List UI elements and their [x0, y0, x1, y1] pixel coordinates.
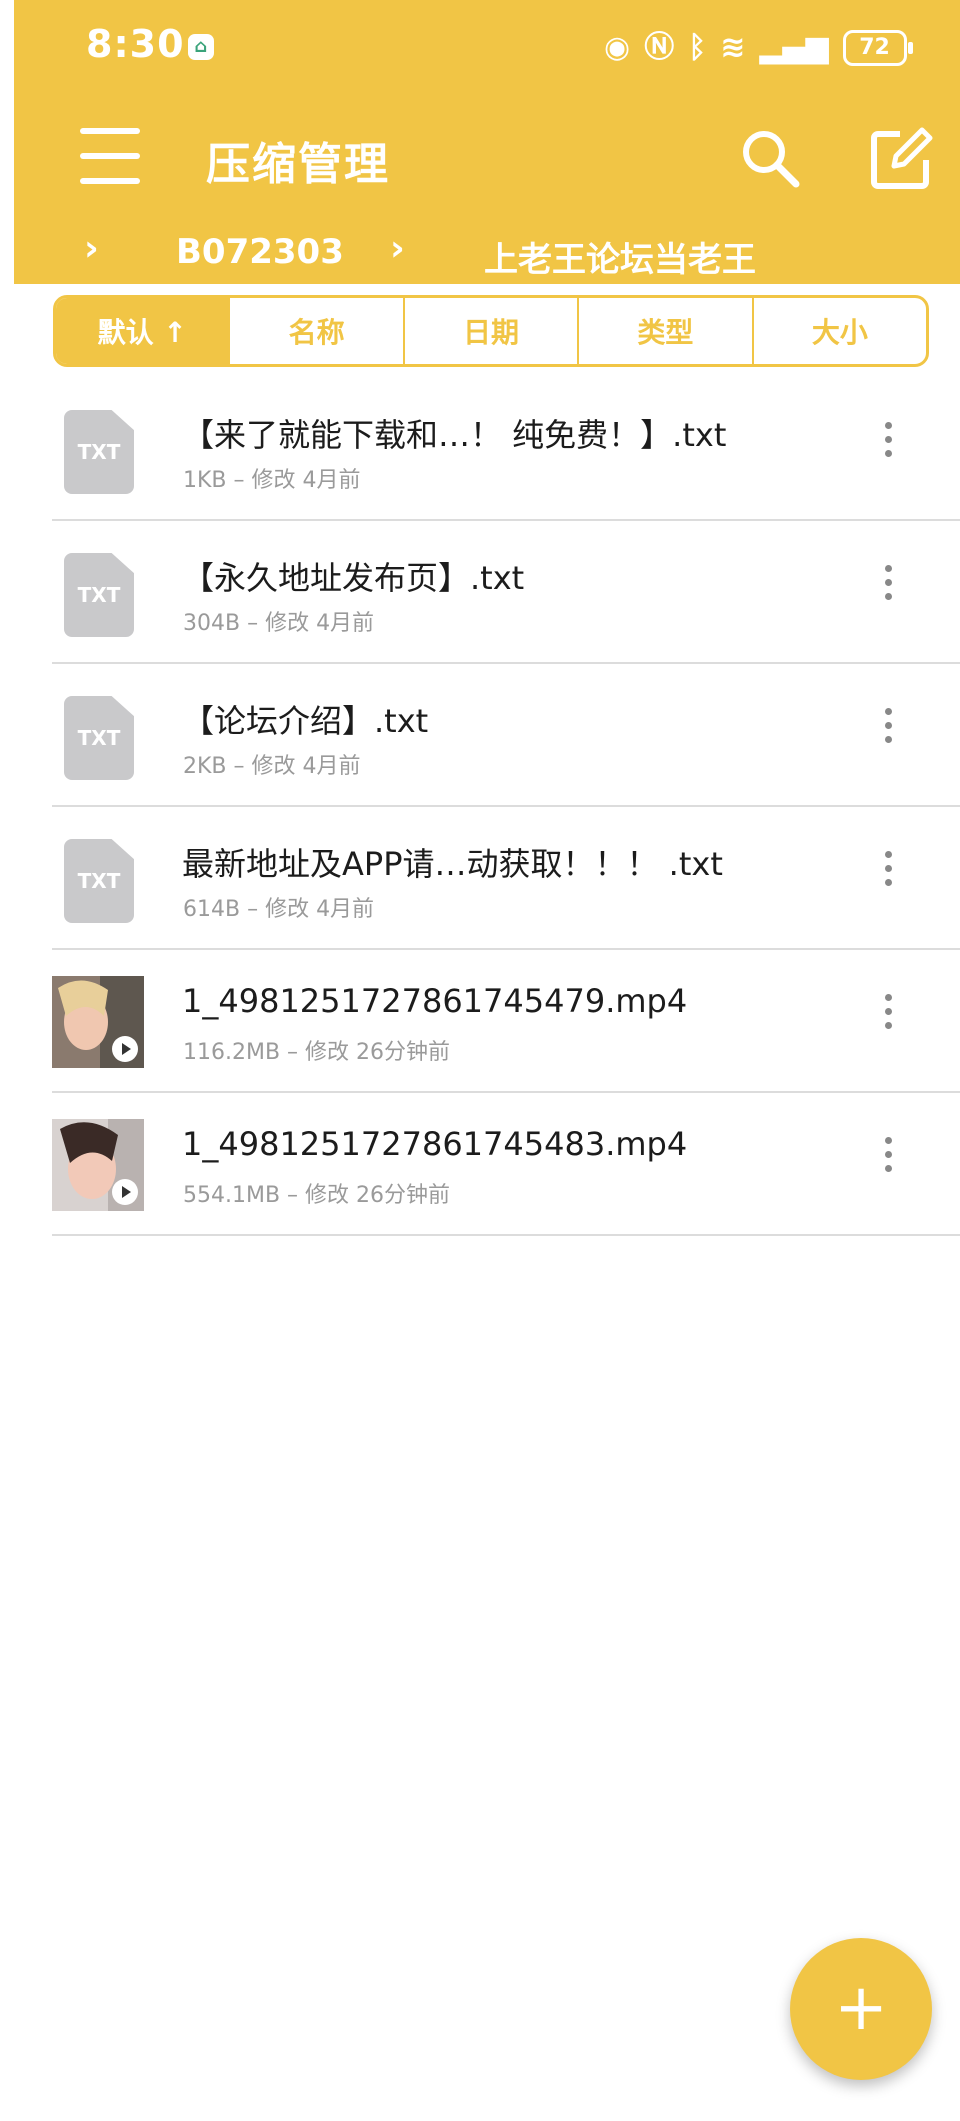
txt-file-icon: TXT [64, 839, 134, 923]
more-options-icon[interactable] [876, 1137, 900, 1193]
status-time: 8:30 [86, 22, 185, 66]
breadcrumb-item-current[interactable]: 上老王论坛当老王 [484, 232, 756, 281]
file-name: 1_4981251727861745483.mp4 [182, 1125, 688, 1163]
bluetooth-icon: ᛒ [688, 30, 707, 65]
file-meta: 554.1MB – 修改 26分钟前 [183, 1183, 451, 1208]
file-row[interactable]: TXT 【来了就能下载和…！ 纯免费！】.txt 1KB – 修改 4月前 [52, 378, 960, 521]
file-meta: 2KB – 修改 4月前 [183, 754, 361, 779]
file-name: 1_4981251727861745479.mp4 [182, 982, 688, 1020]
file-meta: 614B – 修改 4月前 [183, 897, 375, 922]
video-thumbnail [52, 1119, 144, 1211]
sort-tab-default[interactable]: 默认 ↑ [56, 298, 229, 364]
sort-tab-name[interactable]: 名称 [228, 298, 402, 364]
video-thumbnail [52, 976, 144, 1068]
play-icon [112, 1179, 138, 1205]
nfc-icon: Ⓝ [644, 30, 675, 65]
chevron-right-icon: › [84, 228, 99, 269]
more-options-icon[interactable] [876, 422, 900, 478]
file-row[interactable]: 1_4981251727861745483.mp4 554.1MB – 修改 2… [52, 1093, 960, 1236]
txt-file-icon: TXT [64, 410, 134, 494]
chevron-right-icon: › [390, 228, 405, 269]
breadcrumb: › B072303 › 上老王论坛当老王 [14, 228, 960, 281]
file-row[interactable]: 1_4981251727861745479.mp4 116.2MB – 修改 2… [52, 950, 960, 1093]
app-header: 8:30 ⌂ ◉ Ⓝ ᛒ ≋ ▂▄▆ 72 压缩管理 › B072303 › 上… [14, 0, 960, 284]
breadcrumb-item-folder[interactable]: B072303 [176, 232, 344, 272]
battery-icon: 72 [842, 30, 913, 66]
status-bar: 8:30 ⌂ ◉ Ⓝ ᛒ ≋ ▂▄▆ 72 [14, 0, 960, 100]
sort-tab-type[interactable]: 类型 [577, 298, 751, 364]
sort-bar: 默认 ↑ 名称 日期 类型 大小 [53, 295, 929, 367]
4g-signal-icon: ▂▄▆ [759, 30, 829, 65]
file-row[interactable]: TXT 【论坛介绍】.txt 2KB – 修改 4月前 [52, 664, 960, 807]
file-meta: 116.2MB – 修改 26分钟前 [183, 1040, 451, 1065]
sort-tab-size[interactable]: 大小 [751, 298, 926, 364]
file-meta: 304B – 修改 4月前 [183, 611, 375, 636]
file-meta: 1KB – 修改 4月前 [183, 468, 361, 493]
file-row[interactable]: TXT 最新地址及APP请…动获取！！！ .txt 614B – 修改 4月前 [52, 807, 960, 950]
sort-tab-date[interactable]: 日期 [402, 298, 577, 364]
hamburger-menu-icon[interactable] [80, 128, 140, 184]
file-name: 最新地址及APP请…动获取！！！ .txt [182, 845, 723, 883]
more-options-icon[interactable] [876, 851, 900, 907]
eye-icon: ◉ [604, 30, 631, 65]
wifi-icon: ≋ [720, 30, 746, 65]
file-list: TXT 【来了就能下载和…！ 纯免费！】.txt 1KB – 修改 4月前 TX… [52, 378, 960, 1236]
file-name: 【论坛介绍】.txt [182, 702, 429, 740]
more-options-icon[interactable] [876, 708, 900, 764]
file-name: 【来了就能下载和…！ 纯免费！】.txt [182, 416, 727, 454]
file-row[interactable]: TXT 【永久地址发布页】.txt 304B – 修改 4月前 [52, 521, 960, 664]
add-fab-button[interactable]: + [790, 1938, 932, 2080]
file-name: 【永久地址发布页】.txt [182, 559, 525, 597]
more-options-icon[interactable] [876, 994, 900, 1050]
txt-file-icon: TXT [64, 553, 134, 637]
txt-file-icon: TXT [64, 696, 134, 780]
edit-icon[interactable] [866, 124, 936, 194]
more-options-icon[interactable] [876, 565, 900, 621]
search-icon[interactable] [736, 124, 806, 194]
status-icons: ◉ Ⓝ ᛒ ≋ ▂▄▆ 72 [604, 26, 913, 70]
page-title: 压缩管理 [206, 139, 390, 190]
home-app-icon: ⌂ [188, 34, 214, 60]
play-icon [112, 1036, 138, 1062]
